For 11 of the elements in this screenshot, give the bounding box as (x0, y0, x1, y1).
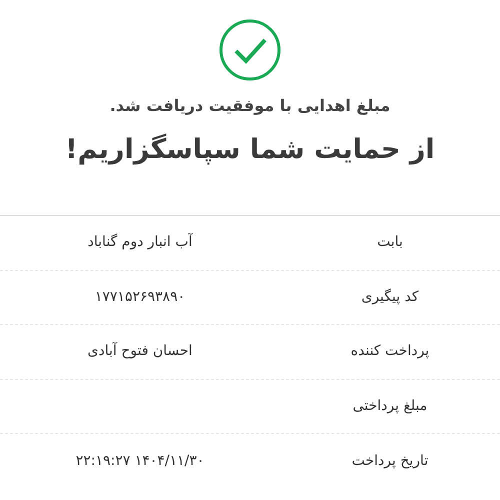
detail-value: احسان فتوح آبادی (88, 343, 192, 360)
thank-you-title: از حمایت شما سپاسگزاریم! (65, 132, 435, 167)
detail-label: مبلغ پرداختی (352, 398, 428, 414)
detail-value: آب انبار دوم گناباد (88, 234, 192, 250)
detail-label: پرداخت کننده (350, 343, 430, 360)
detail-label: بابت (377, 234, 403, 250)
success-message: مبلغ اهدایی با موفقیت دریافت شد. (110, 95, 390, 117)
detail-label: تاریخ پرداخت (352, 452, 428, 469)
detail-label: کد پیگیری (361, 288, 419, 305)
detail-value: ۱۷۷۱۵۲۶۹۳۸۹۰ (94, 288, 186, 305)
detail-value: ۱۴۰۴/۱۱/۳۰ ۲۲:۱۹:۲۷ (76, 452, 204, 469)
